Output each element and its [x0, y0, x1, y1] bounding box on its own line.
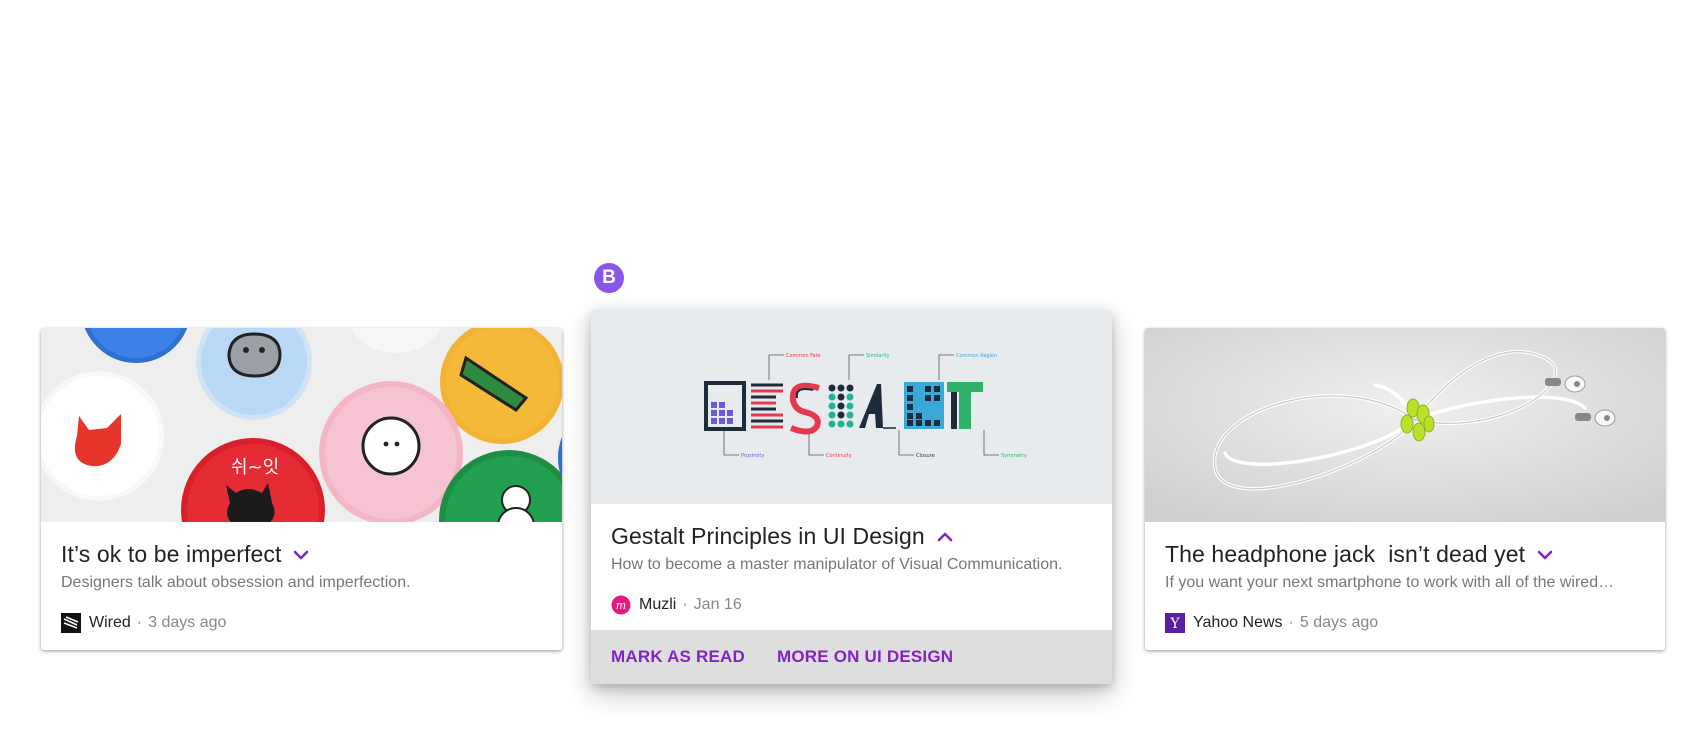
earbuds-image [1145, 328, 1665, 522]
article-time: Jan 16 [693, 596, 742, 613]
gestalt-label-similarity: Similarity [866, 353, 890, 359]
svg-text:m: m [616, 599, 626, 612]
gestalt-label-common-region: Common Region [956, 353, 997, 359]
gestalt-letter-t-dots [828, 384, 854, 428]
article-card-gestalt[interactable]: Common Fate Similarity Common Region Pro… [591, 310, 1112, 684]
gestalt-label-common-fate: Common Fate [786, 353, 821, 359]
svg-text:Y: Y [1169, 616, 1180, 632]
chevron-down-icon[interactable] [293, 549, 311, 561]
pin-buttons-illustration: 쉬~잇 [41, 328, 562, 522]
gestalt-typography-illustration: Common Fate Similarity Common Region Pro… [591, 310, 1112, 504]
meta-separator: · [136, 614, 143, 631]
article-source[interactable]: Wired [89, 614, 131, 632]
article-title[interactable]: It’s ok to be imperfect [61, 541, 281, 568]
article-title[interactable]: Gestalt Principles in UI Design [611, 523, 925, 550]
gestalt-label-closure: Closure [916, 453, 935, 459]
article-time: 5 days ago [1299, 614, 1379, 631]
meta-separator: · [1288, 614, 1294, 631]
svg-text:쉬~잇: 쉬~잇 [231, 457, 279, 478]
chevron-up-icon[interactable] [937, 531, 955, 543]
article-description: Designers talk about obsession and imper… [61, 574, 411, 591]
pin-buttons-image: 쉬~잇 [41, 328, 562, 522]
more-on-ui-design-button[interactable]: MORE ON UI DESIGN [777, 647, 953, 667]
article-card-headphone[interactable]: The headphone jack isn’t dead yet If you… [1145, 328, 1665, 650]
muzli-logo-icon: m [611, 595, 631, 615]
article-description: If you want your next smartphone to work… [1165, 574, 1615, 591]
gestalt-image: Common Fate Similarity Common Region Pro… [591, 310, 1112, 504]
article-time: 3 days ago [148, 614, 227, 631]
article-title[interactable]: The headphone jack isn’t dead yet [1165, 541, 1525, 568]
article-source[interactable]: Muzli [639, 596, 676, 614]
gestalt-label-symmetry: Symmetry [1001, 453, 1027, 459]
article-card-imperfect[interactable]: 쉬~잇 It’s ok to be imperfect Designers ta… [41, 328, 562, 650]
wired-logo-icon [61, 613, 81, 633]
chevron-down-icon[interactable] [1537, 549, 1555, 561]
avatar-badge[interactable]: B [594, 263, 624, 293]
article-source[interactable]: Yahoo News [1193, 614, 1283, 632]
card-actions-bar: MARK AS READ MORE ON UI DESIGN [591, 630, 1112, 684]
meta-separator: · [682, 596, 688, 613]
gestalt-label-continuity: Continuity [826, 453, 852, 459]
yahoo-logo-icon: Y [1165, 613, 1185, 633]
mark-as-read-button[interactable]: MARK AS READ [611, 647, 745, 667]
article-description: How to become a master manipulator of Vi… [611, 556, 1063, 573]
gestalt-label-proximity: Proximity [741, 453, 764, 459]
tangled-earbuds-illustration [1145, 328, 1665, 522]
